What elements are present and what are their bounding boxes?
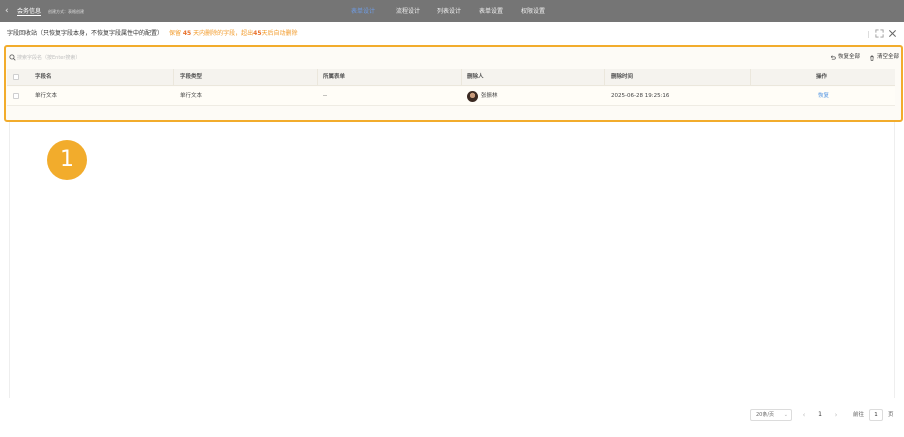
app-name: 会务信息 [17,8,42,16]
cell-deleted-at: 2025-06-28 19:25:16 [611,93,670,99]
trash-icon [870,55,874,61]
header-action: 操作 [816,74,828,80]
cell-deleted-by: 张振林 [481,93,498,99]
retention-days-limit: 45 [253,30,262,37]
chevron-right-icon[interactable]: › [832,409,840,421]
select-all-checkbox[interactable] [13,74,19,80]
retention-notice: 保留 45 天内删除的字段，超出45天后自动删除 [169,30,298,37]
restore-all-label: 恢复全部 [838,54,861,60]
column-divider [317,69,318,85]
table-body-area [9,122,895,398]
clear-all-button[interactable]: 清空全部 [869,53,899,62]
header-deleted-at: 删除时间 [611,74,634,80]
top-navigation-bar: ‹ 会务信息 创建方式：表格创建 表单设计 流程设计 列表设计 表单设置 权限设… [0,0,904,22]
search-input[interactable] [17,53,157,62]
column-divider [750,69,751,85]
cell-field-name: 单行文本 [35,93,58,99]
chevron-down-icon: ⌄ [783,412,788,418]
column-divider [461,69,462,85]
page-number[interactable]: 1 [815,409,825,421]
retention-notice-post: 天后自动删除 [261,30,298,37]
retention-days: 45 [182,30,192,37]
cell-form: -- [323,93,327,99]
page-unit-label: 页 [888,412,894,418]
tab-form-design[interactable]: 表单设计 [351,8,375,15]
restore-button[interactable]: 恢复 [818,87,829,105]
tab-flow-design[interactable]: 流程设计 [396,8,420,15]
table-header: 字段名 字段类型 所属表单 删除人 删除时间 操作 [7,69,895,86]
header-deleted-by: 删除人 [467,74,484,80]
column-divider [604,69,605,85]
back-arrow-icon[interactable]: ‹ [5,6,13,16]
search-icon [9,54,16,61]
header-field-type: 字段类型 [180,74,203,80]
header-field-name: 字段名 [35,74,52,80]
page-size-value: 20条/页 [756,412,775,418]
dialog-title-text: 字段回收站（只恢复字段本身，不恢复字段属性中的配置） [7,30,164,37]
tab-list-design[interactable]: 列表设计 [437,8,461,15]
expand-icon[interactable] [875,29,884,38]
column-divider [173,69,174,85]
header-form: 所属表单 [323,74,346,80]
retention-notice-pre: 保留 [168,30,181,37]
retention-notice-mid: 天内删除的字段，超出 [193,30,254,37]
row-checkbox[interactable] [13,93,19,99]
table-row: 单行文本 单行文本 -- 张振林 2025-06-28 19:25:16 恢复 [7,87,895,106]
goto-page-input[interactable] [869,409,883,421]
close-icon[interactable] [888,29,897,38]
cell-field-type: 单行文本 [180,93,203,99]
page-size-select[interactable]: 20条/页 ⌄ [750,409,792,421]
restore-all-button[interactable]: 恢复全部 [830,53,860,62]
app-subtitle: 创建方式：表格创建 [48,9,84,14]
clear-all-label: 清空全部 [877,54,900,60]
step-badge: 1 [47,140,87,180]
tab-permission-settings[interactable]: 权限设置 [521,8,545,15]
avatar [467,91,478,102]
header-divider [868,31,869,38]
goto-label: 前往 [853,412,865,418]
chevron-left-icon[interactable]: ‹ [800,409,808,421]
field-recycle-bin-screen: ‹ 会务信息 创建方式：表格创建 表单设计 流程设计 列表设计 表单设置 权限设… [0,0,904,437]
restore-icon [830,54,836,59]
tab-form-settings[interactable]: 表单设置 [479,8,503,15]
dialog-title: 字段回收站（只恢复字段本身，不恢复字段属性中的配置） 保留 45 天内删除的字段… [7,30,298,38]
